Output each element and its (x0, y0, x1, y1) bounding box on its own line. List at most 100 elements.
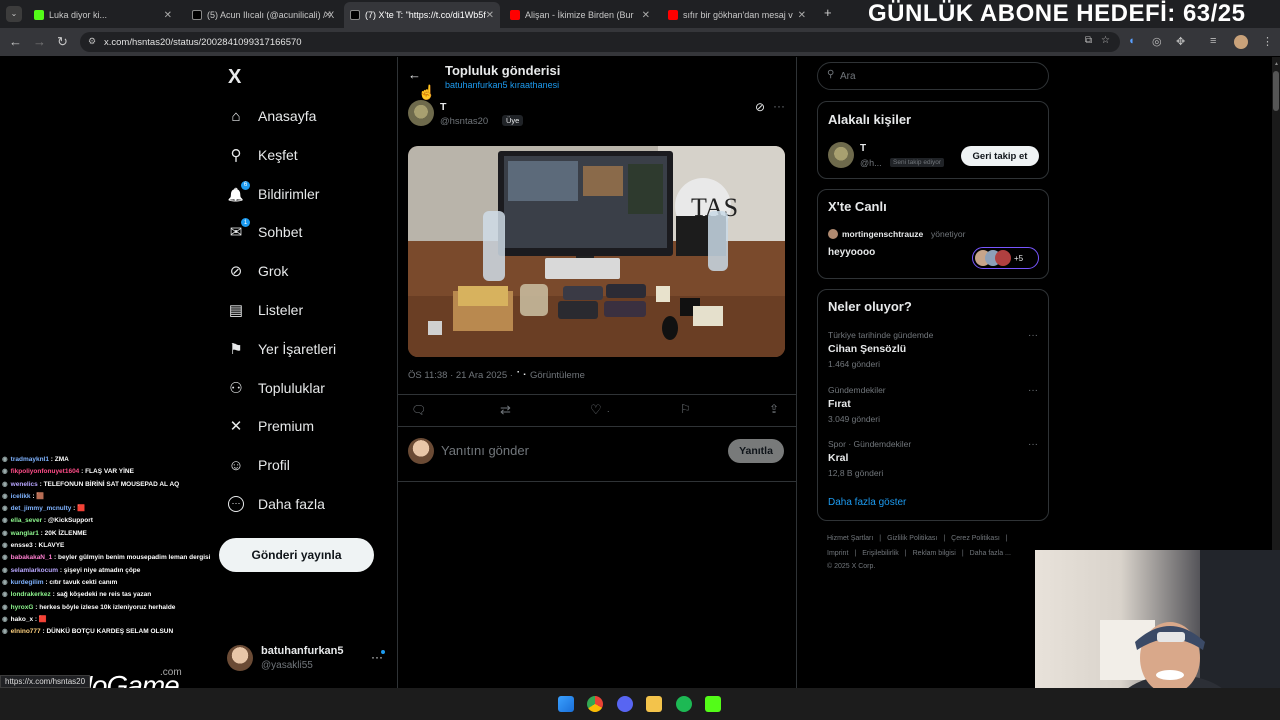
nav-item-notifications[interactable]: 🔔 6 Bildirimler (226, 180, 319, 207)
tab-close-icon[interactable]: ✕ (486, 10, 494, 21)
nav-item-profile[interactable]: ☺ Profil (226, 452, 290, 478)
browser-profile-avatar[interactable] (1234, 35, 1248, 49)
nav-item-home[interactable]: ⌂ Anasayfa (226, 103, 316, 129)
post-timestamp[interactable]: ÖS 11:38 · 21 Ara 2025 · (408, 370, 513, 381)
watermark-suffix: .com (160, 667, 182, 678)
chat-username[interactable]: hyroxG (11, 604, 34, 611)
back-arrow-icon[interactable]: ← (408, 67, 421, 82)
grok-explain-icon[interactable]: ⊘ (755, 100, 765, 114)
nav-item-premium[interactable]: ✕ Premium (226, 413, 314, 439)
live-host-name[interactable]: mortingenschtrauze (842, 229, 923, 239)
chrome-icon[interactable] (587, 696, 603, 712)
reply-input[interactable]: Yanıtını gönder (441, 443, 529, 458)
relevant-user-avatar[interactable] (828, 142, 854, 168)
chat-username[interactable]: hako_x (11, 616, 33, 623)
search-input[interactable]: ⚲ Ara (817, 62, 1049, 90)
tab-list-icon[interactable]: ≡ (1210, 35, 1216, 47)
spotify-icon[interactable] (676, 696, 692, 712)
reply-button[interactable]: Yanıtla (728, 439, 784, 463)
nav-item-explore[interactable]: ⚲ Keşfet (226, 142, 298, 168)
reply-icon[interactable]: 🗨 (411, 403, 426, 417)
trend-more-icon[interactable]: ··· (1028, 439, 1038, 450)
nav-item-chat[interactable]: ✉ 1 Sohbet (226, 218, 302, 245)
chat-username[interactable]: tradmayknl1 (11, 456, 49, 463)
nav-item-lists[interactable]: ▤ Listeler (226, 297, 303, 323)
trend-item[interactable]: Spor · Gündemdekiler Kral 12,8 B gönderi… (828, 439, 1038, 478)
browser-menu-icon[interactable]: ⋮ (1262, 35, 1273, 48)
nav-item-grok[interactable]: ⊘ Grok (226, 258, 289, 284)
trend-more-icon[interactable]: ··· (1028, 385, 1038, 396)
chat-username[interactable]: elnino777 (11, 628, 41, 635)
post-button[interactable]: Gönderi yayınla (219, 538, 374, 572)
windows-start-icon[interactable] (558, 696, 574, 712)
kick-app-icon[interactable] (705, 696, 721, 712)
chat-message: ◉ hako_x : 🟥 (2, 615, 47, 623)
chat-username[interactable]: wanglar1 (11, 530, 39, 537)
live-room-title[interactable]: heyyoooo (828, 247, 875, 258)
chat-username[interactable]: babakakaN_1 (11, 554, 53, 561)
nav-item-more[interactable]: ⋯ Daha fazla (226, 491, 325, 517)
repost-icon[interactable]: ⇄ (500, 402, 511, 418)
browser-tab[interactable]: sıfır bir gökhan'dan mesaj v ✕ (662, 4, 812, 26)
browser-tab-active[interactable]: (7) X'te T: "https://t.co/di1Wb5f ✕ (344, 2, 500, 28)
participant-avatar (995, 250, 1011, 266)
chat-badge-icon: ◉ (2, 628, 8, 636)
chat-username[interactable]: icelikk (11, 493, 31, 500)
chat-message: ◉ hyroxG : herkes böyle izlese 10k izleni… (2, 603, 176, 611)
share-icon[interactable]: ⇪ (769, 402, 779, 416)
author-name[interactable]: T (440, 101, 446, 113)
chat-text: 20K İZLENME (44, 529, 87, 537)
chat-username[interactable]: wenelics (11, 481, 38, 488)
trend-more-icon[interactable]: ··· (1028, 330, 1038, 341)
forward-arrow-icon[interactable]: → (33, 34, 46, 50)
address-bar[interactable]: ⚙ x.com/hsntas20/status/2002841099317166… (80, 32, 1120, 52)
back-arrow-icon[interactable]: ← (9, 34, 22, 50)
bell-icon: 🔔 6 (226, 180, 250, 203)
trend-item[interactable]: Gündemdekiler Fırat 3.049 gönderi ··· (828, 385, 1038, 424)
live-participants[interactable]: +5 (972, 247, 1039, 269)
tab-close-icon[interactable]: ✕ (324, 10, 332, 21)
audio-icon[interactable]: ◖ (1128, 35, 1135, 47)
x-logo-icon[interactable]: X (228, 66, 241, 89)
author-handle[interactable]: @hsntas20 (440, 116, 488, 127)
puzzle-extensions-icon[interactable]: ✥ (1176, 35, 1185, 48)
tab-search-chevron-icon[interactable]: ⌄ (6, 6, 22, 22)
chat-username[interactable]: londrakerkez (11, 591, 51, 598)
install-icon[interactable]: ⧉ (1085, 35, 1092, 46)
chat-username[interactable]: fikpoliyonfonuyet1604 (11, 468, 80, 475)
post-more-icon[interactable]: ··· (773, 99, 785, 113)
community-link[interactable]: batuhanfurkan5 kıraathanesi (445, 80, 559, 90)
nav-item-bookmarks[interactable]: ⚑ Yer İşaretleri (226, 336, 336, 362)
member-badge: Üye (502, 115, 524, 126)
chat-username[interactable]: ella_sever (11, 517, 42, 524)
trend-item[interactable]: Türkiye tarihinde gündemde Cihan Şensözl… (828, 330, 1038, 369)
site-info-icon[interactable]: ⚙ (88, 36, 96, 47)
chat-username[interactable]: det_jimmy_mcnulty (11, 505, 72, 512)
chat-username[interactable]: ensse3 (11, 542, 33, 549)
tab-close-icon[interactable]: ✕ (798, 10, 806, 21)
author-avatar[interactable] (408, 100, 434, 126)
browser-tab[interactable]: (5) Acun Ilıcalı (@acunilicali) / X ✕ (186, 4, 338, 26)
extension-icon[interactable]: ◎ (1152, 35, 1162, 48)
show-more-link[interactable]: Daha fazla göster (828, 497, 906, 508)
browser-tab[interactable]: Luka diyor ki... ✕ (28, 4, 178, 26)
reload-icon[interactable]: ↻ (57, 34, 68, 50)
bookmark-icon[interactable]: ⚐ (680, 402, 691, 416)
like-icon[interactable]: ♡ (590, 402, 602, 418)
post-image[interactable]: TAS (408, 146, 785, 357)
file-explorer-icon[interactable] (646, 696, 662, 712)
nav-item-communities[interactable]: ⚇ Topluluklar (226, 375, 325, 401)
browser-tab[interactable]: Alişan - İkimize Birden (Bur ✕ (504, 4, 656, 26)
account-avatar[interactable] (227, 645, 253, 671)
new-tab-button[interactable]: + (824, 5, 832, 20)
tab-close-icon[interactable]: ✕ (642, 10, 650, 21)
chat-username[interactable]: selamlarkocum (11, 567, 58, 574)
relevant-user-name[interactable]: T (860, 143, 866, 154)
bookmark-star-icon[interactable]: ☆ (1101, 35, 1110, 46)
follow-back-button[interactable]: Geri takip et (961, 146, 1039, 166)
tab-close-icon[interactable]: ✕ (164, 10, 172, 21)
list-icon: ▤ (228, 302, 244, 319)
communities-icon: ⚇ (229, 380, 243, 397)
discord-icon[interactable] (617, 696, 633, 712)
chat-username[interactable]: kurdegilim (11, 579, 44, 586)
